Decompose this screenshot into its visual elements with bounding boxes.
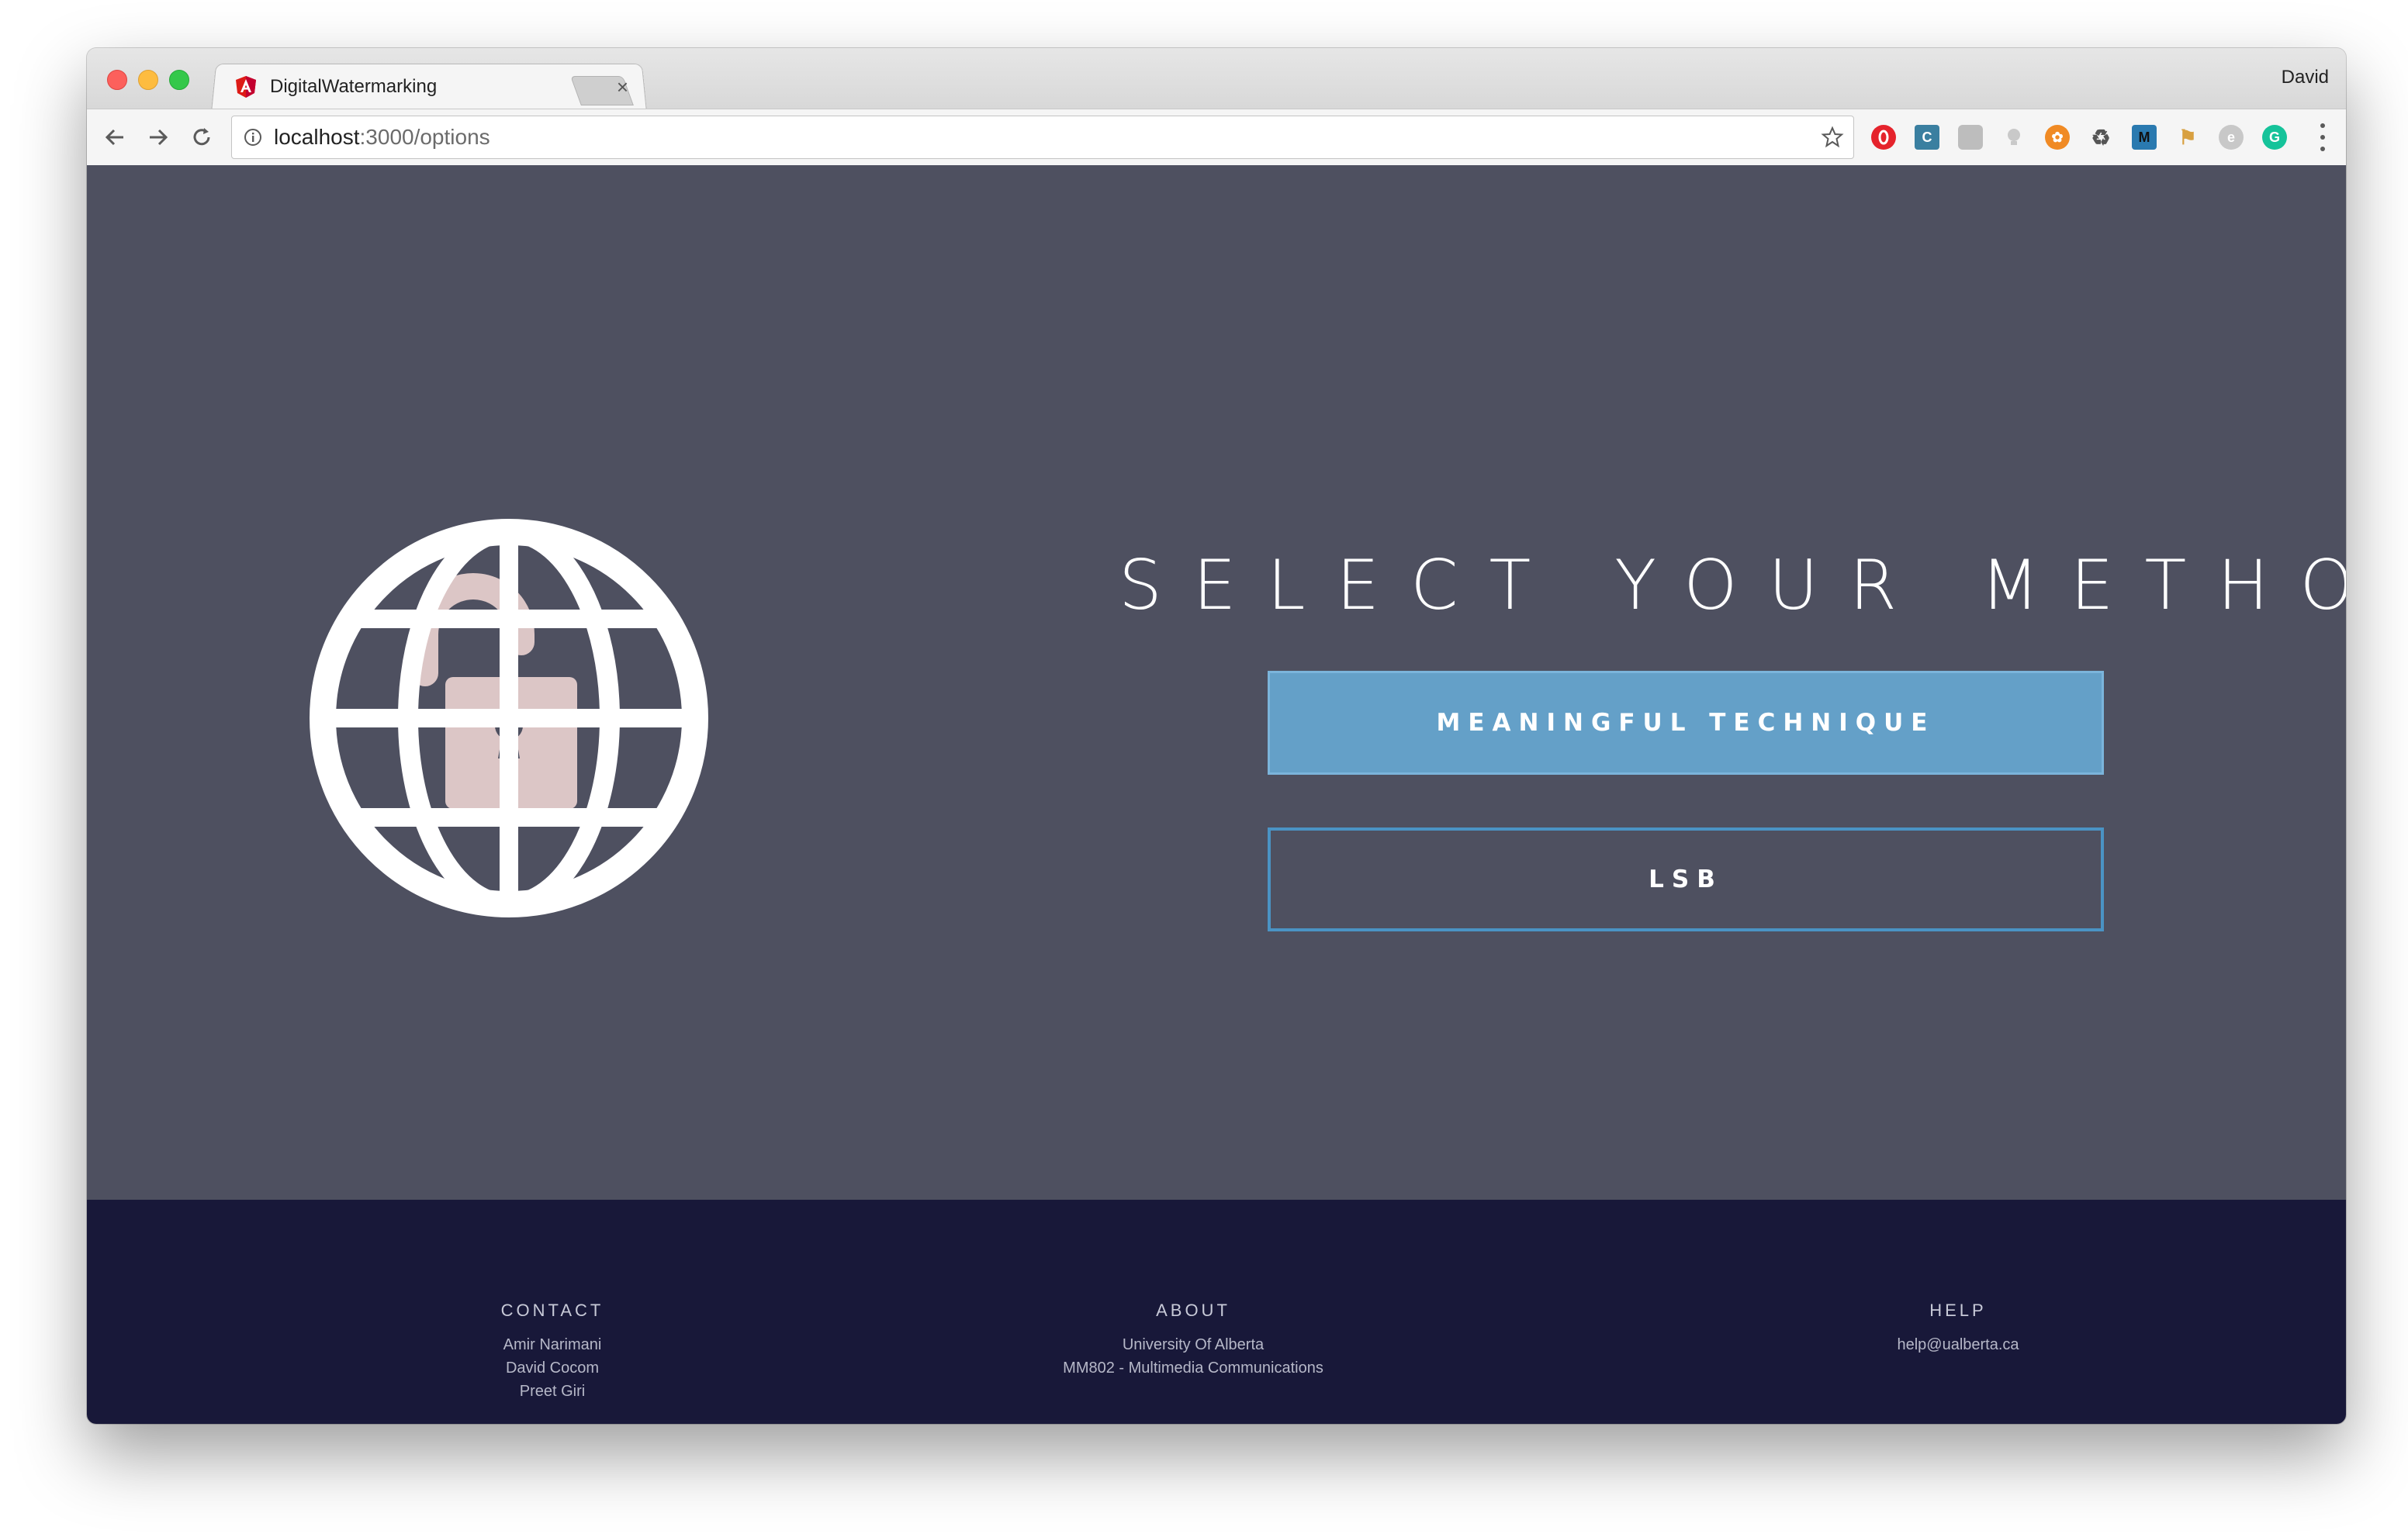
extension-c-icon[interactable]: C	[1915, 125, 1939, 150]
url-host: localhost	[274, 125, 360, 149]
arrow-left-icon	[105, 129, 123, 146]
footer-contact-line: Amir Narimani	[503, 1336, 602, 1353]
tab-digitalwatermarking[interactable]: DigitalWatermarking ×	[225, 65, 644, 109]
arrow-right-icon	[150, 129, 168, 146]
footer-contact-title: CONTACT	[500, 1301, 604, 1320]
title-bar: DigitalWatermarking × David	[87, 48, 2346, 112]
url-text: localhost:3000/options	[274, 125, 1821, 150]
meaningful-technique-button[interactable]: MEANINGFUL TECHNIQUE	[1268, 671, 2104, 775]
footer-contact-line: David Cocom	[505, 1360, 600, 1377]
browser-toolbar: localhost:3000/options C ✿ ♻ M ⚑ e G	[87, 109, 2346, 166]
opera-icon[interactable]	[1871, 125, 1896, 150]
reload-button[interactable]	[185, 120, 219, 154]
browser-menu-icon[interactable]	[2318, 123, 2327, 151]
footer-contact-line: Preet Giri	[519, 1383, 586, 1400]
footer-help-title: HELP	[1929, 1301, 1987, 1320]
help-email-link[interactable]: help@ualberta.ca	[1865, 1333, 2051, 1356]
browser-window: DigitalWatermarking × David localhost:30…	[87, 48, 2346, 1424]
reload-icon	[193, 128, 210, 146]
url-path: :3000/options	[359, 125, 490, 149]
bookmark-star-icon[interactable]	[1821, 126, 1844, 149]
lsb-button[interactable]: LSB	[1268, 827, 2104, 931]
tab-title: DigitalWatermarking	[270, 76, 438, 97]
footer-about-title: ABOUT	[1156, 1301, 1230, 1320]
globe-with-unlocked-padlock-icon	[310, 519, 708, 917]
footer-about: ABOUT University Of Alberta MM802 - Mult…	[1022, 1299, 1364, 1380]
footer-contact: CONTACT Amir Narimani David Cocom Preet …	[459, 1299, 645, 1403]
footer: CONTACT Amir Narimani David Cocom Preet …	[87, 1200, 2346, 1424]
page-heading: SELECT YOUR METHOD	[1119, 545, 2346, 625]
footer-about-line: MM802 - Multimedia Communications	[1063, 1360, 1323, 1377]
footer-about-line: University Of Alberta	[1122, 1336, 1265, 1353]
orange-ext-icon[interactable]: ✿	[2045, 125, 2070, 150]
shield-icon[interactable]	[1958, 125, 1983, 150]
footer-help: HELP help@ualberta.ca	[1865, 1299, 2051, 1356]
m-icon[interactable]: M	[2132, 125, 2157, 150]
close-window-button[interactable]	[107, 70, 127, 90]
profile-name[interactable]: David	[2282, 67, 2329, 88]
grammarly-icon[interactable]: G	[2262, 125, 2287, 150]
flag-icon[interactable]: ⚑	[2175, 125, 2200, 150]
page-content: SELECT YOUR METHOD MEANINGFUL TECHNIQUE …	[87, 165, 2346, 1200]
angular-icon	[236, 76, 256, 98]
back-button[interactable]	[98, 120, 132, 154]
minimize-window-button[interactable]	[138, 70, 158, 90]
recycle-icon[interactable]: ♻	[2088, 125, 2113, 150]
e-icon[interactable]: e	[2219, 125, 2244, 150]
maximize-window-button[interactable]	[169, 70, 189, 90]
forward-button[interactable]	[141, 120, 175, 154]
bulb-icon[interactable]	[2001, 125, 2026, 150]
address-bar[interactable]: localhost:3000/options	[231, 116, 1854, 159]
tab-close-icon[interactable]: ×	[617, 75, 628, 99]
info-icon[interactable]	[243, 127, 263, 147]
